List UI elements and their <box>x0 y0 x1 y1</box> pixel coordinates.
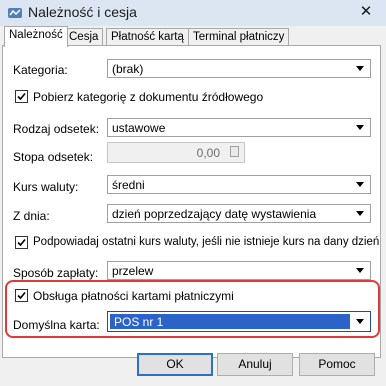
rodzaj-odsetek-select[interactable]: ustawowe <box>107 118 371 137</box>
podpowiadaj-kurs-label: Podpowiadaj ostatni kurs waluty, jeśli n… <box>33 236 380 248</box>
obsluga-platnosci-label: Obsługa płatności kartami płatniczymi <box>33 289 234 303</box>
close-icon[interactable]: ✕ <box>355 3 377 21</box>
rodzaj-odsetek-label: Rodzaj odsetek: <box>13 122 100 136</box>
domyslna-karta-value: POS nr 1 <box>114 315 164 329</box>
kategoria-select[interactable]: (brak) <box>107 59 371 78</box>
rodzaj-odsetek-value: ustawowe <box>112 121 166 135</box>
sposob-zaplaty-label: Sposób zapłaty: <box>13 266 99 280</box>
obsluga-platnosci-checkbox[interactable] <box>15 289 28 302</box>
checkmark-icon <box>17 238 26 247</box>
help-button[interactable]: Pomoc <box>299 353 375 376</box>
chevron-down-icon <box>356 268 364 273</box>
stopa-odsetek-label: Stopa odsetek: <box>13 150 94 164</box>
chevron-down-icon <box>356 319 364 324</box>
app-icon <box>8 8 22 18</box>
podpowiadaj-kurs-checkbox[interactable] <box>15 236 28 249</box>
stopa-odsetek-value: 0,00 <box>196 146 220 160</box>
title-bar: Należność i cesja ✕ <box>0 0 386 26</box>
z-dnia-label: Z dnia: <box>13 209 50 223</box>
chevron-down-icon <box>356 125 364 130</box>
pobierz-kategorie-checkbox[interactable] <box>15 90 28 103</box>
chevron-down-icon <box>356 211 364 216</box>
domyslna-karta-label: Domyślna karta: <box>13 318 100 332</box>
checkmark-icon <box>17 92 26 101</box>
stopa-odsetek-input[interactable]: 0,00 <box>107 142 245 163</box>
pobierz-kategorie-label: Pobierz kategorię z dokumentu źródłowego <box>33 90 264 104</box>
checkmark-icon <box>17 291 26 300</box>
calculator-icon[interactable] <box>230 146 239 157</box>
kurs-waluty-select[interactable]: średni <box>107 175 371 194</box>
chevron-down-icon <box>356 182 364 187</box>
tab-terminal-platniczy[interactable]: Terminal płatniczy <box>188 28 290 46</box>
z-dnia-value: dzień poprzedzający datę wystawienia <box>112 207 317 221</box>
z-dnia-select[interactable]: dzień poprzedzający datę wystawienia <box>107 204 371 223</box>
domyslna-karta-select[interactable]: POS nr 1 <box>107 311 371 332</box>
chevron-down-icon <box>356 66 364 71</box>
kategoria-label: Kategoria: <box>13 63 68 77</box>
cancel-button[interactable]: Anuluj <box>217 353 293 376</box>
tab-cesja[interactable]: Cesja <box>64 28 104 46</box>
window-title: Należność i cesja <box>28 4 137 20</box>
ok-button[interactable]: OK <box>137 353 213 376</box>
kurs-waluty-label: Kurs waluty: <box>13 180 79 194</box>
dialog-client: Należność Cesja Płatność kartą Terminal … <box>0 26 386 386</box>
kategoria-value: (brak) <box>112 62 144 76</box>
tab-naleznosc[interactable]: Należność <box>4 26 68 47</box>
sposob-zaplaty-value: przelew <box>112 264 154 278</box>
sposob-zaplaty-select[interactable]: przelew <box>107 261 371 280</box>
kurs-waluty-value: średni <box>112 178 145 192</box>
tab-platnosc-karta[interactable]: Płatność kartą <box>106 28 189 46</box>
